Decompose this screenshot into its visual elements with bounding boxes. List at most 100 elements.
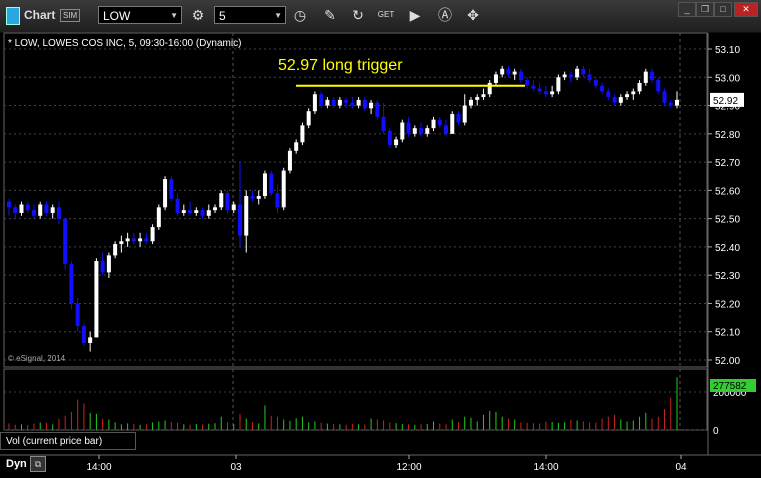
candle-body	[200, 210, 205, 216]
time-tick-label: 14:00	[86, 462, 111, 473]
lock-icon[interactable]: ⧉	[30, 456, 46, 472]
candle-body	[356, 99, 361, 106]
candle-body	[675, 99, 679, 106]
candle-body	[181, 210, 186, 213]
candle-body	[631, 91, 636, 95]
candle-body	[462, 105, 467, 123]
candle-body	[275, 193, 280, 208]
candle-body	[225, 193, 230, 211]
candle-body	[287, 150, 292, 171]
candle-body	[493, 74, 498, 83]
candle-body	[387, 130, 392, 146]
time-tick-label: 12:00	[396, 462, 421, 473]
price-tick-label: 52.80	[715, 130, 740, 141]
candle-body	[412, 128, 417, 134]
candle-body	[618, 97, 623, 103]
candle-body	[244, 196, 249, 236]
candle-body	[656, 80, 661, 92]
candle-body	[612, 97, 617, 103]
candle-body	[325, 99, 330, 106]
candle-body	[237, 204, 242, 236]
candle-body	[13, 207, 18, 213]
price-tick-label: 52.40	[715, 243, 740, 254]
candle-body	[337, 99, 342, 106]
copyright-text: © eSignal, 2014	[8, 354, 66, 363]
candle-body	[375, 102, 380, 117]
candle-body	[450, 114, 455, 134]
candle-body	[25, 204, 30, 211]
price-chart[interactable]: 53.1053.0052.9052.8052.7052.6052.5052.40…	[0, 0, 761, 478]
candle-body	[169, 179, 174, 199]
candle-body	[294, 142, 299, 151]
candle-body	[431, 119, 436, 129]
candle-body	[131, 238, 136, 242]
candle-body	[600, 85, 605, 92]
candle-body	[113, 244, 118, 256]
candle-body	[444, 125, 449, 134]
candle-body	[587, 74, 592, 81]
candle-body	[144, 238, 149, 242]
candle-body	[400, 122, 405, 140]
price-tick-label: 52.70	[715, 158, 740, 169]
candle-body	[175, 198, 180, 213]
candle-body	[38, 204, 43, 216]
candle-body	[643, 71, 648, 83]
price-tick-label: 52.30	[715, 271, 740, 282]
candle-body	[50, 207, 55, 213]
candle-body	[550, 91, 555, 95]
candle-body	[425, 128, 430, 134]
candle-body	[394, 139, 399, 146]
candle-body	[606, 91, 611, 98]
candle-body	[75, 303, 80, 327]
dyn-mode-label: Dyn	[6, 458, 27, 470]
candle-body	[537, 88, 542, 92]
candle-body	[637, 82, 642, 92]
candle-body	[568, 74, 573, 78]
candle-body	[475, 97, 480, 100]
candle-body	[319, 94, 324, 106]
candle-body	[481, 94, 486, 98]
candle-body	[575, 68, 580, 78]
candle-body	[593, 80, 598, 86]
candle-body	[256, 196, 261, 199]
candle-body	[219, 193, 224, 208]
candle-body	[362, 99, 367, 109]
candle-body	[312, 94, 317, 112]
candle-body	[194, 210, 199, 213]
candle-body	[525, 80, 530, 86]
candle-body	[231, 204, 236, 211]
candle-body	[543, 91, 548, 95]
candle-body	[100, 261, 105, 273]
volume-tick-label: 0	[713, 426, 719, 437]
price-pane-frame	[3, 32, 708, 368]
candle-body	[468, 99, 473, 106]
candle-body	[506, 68, 511, 75]
candle-body	[106, 255, 111, 273]
candle-body	[163, 179, 168, 208]
candle-body	[19, 204, 24, 213]
candle-body	[63, 218, 68, 264]
candle-body	[650, 71, 655, 81]
time-tick-label: 03	[230, 462, 242, 473]
candle-body	[350, 102, 355, 106]
candle-body	[419, 128, 424, 134]
last-price-label: 52.92	[713, 96, 738, 107]
candle-body	[150, 227, 155, 242]
price-tick-label: 53.10	[715, 45, 740, 56]
price-tick-label: 52.50	[715, 215, 740, 226]
price-tick-label: 52.00	[715, 356, 740, 367]
candle-body	[512, 71, 517, 75]
trigger-annotation: 52.97 long trigger	[278, 57, 403, 74]
candle-body	[556, 77, 561, 92]
candle-body	[262, 173, 267, 197]
candle-body	[518, 71, 523, 81]
candle-body	[381, 116, 386, 131]
candle-body	[625, 94, 630, 98]
candle-body	[69, 263, 74, 304]
candle-body	[269, 173, 274, 194]
last-volume-label: 277582	[713, 381, 747, 392]
chart-description: * LOW, LOWES COS INC, 5, 09:30-16:00 (Dy…	[8, 38, 242, 49]
candle-body	[188, 210, 193, 213]
candle-body	[125, 238, 130, 242]
candle-body	[213, 207, 218, 211]
